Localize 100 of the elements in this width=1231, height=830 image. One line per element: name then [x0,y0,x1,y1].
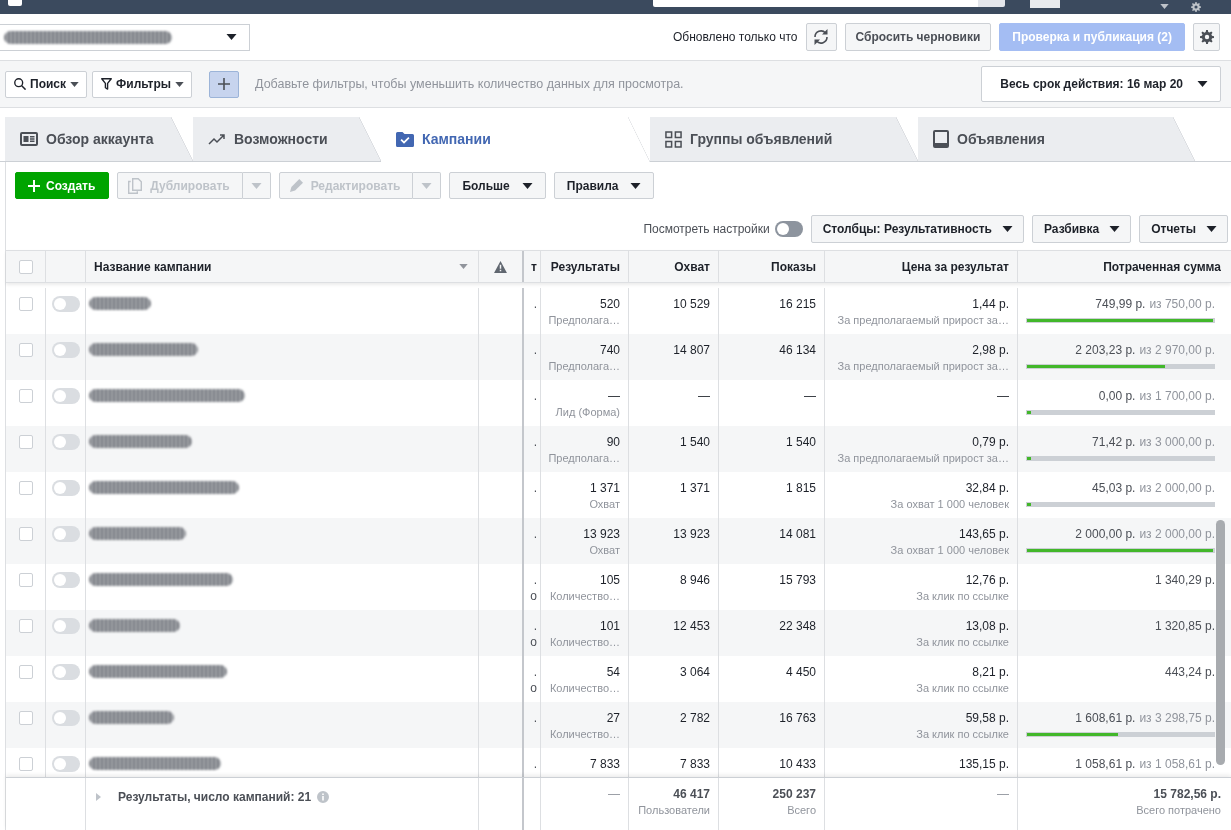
budget-amount: из 1 058,61 р. [1139,756,1215,772]
checkbox[interactable] [18,573,33,587]
spent-amount: 1 058,61 р. [1075,756,1136,772]
toggle-switch[interactable] [51,618,80,634]
cost-type-label: За охват 1 000 человек [890,543,1009,558]
results-value: 54 [606,664,620,680]
account-selector[interactable] [0,23,250,51]
cut-off-text: . [533,434,537,450]
cut-off-text: . [533,618,537,634]
filter-button[interactable]: Фильтры [92,70,193,98]
result-type-label: Предполага… [548,451,620,466]
column-header[interactable]: Показы [771,259,816,274]
checkbox[interactable] [18,757,33,771]
toggle-switch[interactable] [51,526,80,542]
toggle-switch[interactable] [51,434,80,450]
date-range-button[interactable]: Весь срок действия: 16 мар 20 [981,66,1221,102]
budget-amount: из 750,00 р. [1149,296,1215,312]
cost-value: — [997,388,1009,404]
checkbox[interactable] [18,481,33,495]
results-value: 27 [606,710,620,726]
toggle-switch[interactable] [51,572,80,588]
blurred-text [89,297,151,310]
cost-value: 8,21 р. [972,664,1009,680]
toggle-switch[interactable] [51,296,80,312]
search-field[interactable] [653,0,1005,7]
budget-amount: из 3 298,75 р. [1139,710,1215,726]
logo-icon[interactable] [8,0,22,6]
column-header[interactable]: Результаты [550,259,620,274]
caret-icon[interactable] [1160,4,1169,9]
reach-value: 3 064 [679,664,710,680]
checkbox[interactable] [18,711,33,725]
impressions-value: 46 134 [779,342,816,358]
reach-value: — [698,388,710,404]
spent-amount: 1 320,85 р. [1154,618,1215,634]
cost-value: 59,58 р. [965,710,1009,726]
menu-button[interactable]: Разбивка [1032,215,1132,243]
menu-button[interactable]: Правила [553,172,655,199]
cut-off-text: . [533,572,537,588]
sort-caret-icon[interactable] [459,264,468,269]
cost-value: 2,98 р. [972,342,1009,358]
checkbox[interactable] [18,665,33,679]
reach-total-label: Пользователи [638,803,710,818]
add-filter-button[interactable] [209,70,240,98]
settings-button[interactable] [1193,23,1220,51]
results-value: 13 923 [583,526,620,542]
gear-icon[interactable] [1191,2,1201,12]
filter-field[interactable]: Добавьте фильтры, чтобы уменьшить количество данных для просмотра. [255,74,974,94]
menu-button[interactable]: Отчеты [1139,215,1228,243]
toggle-switch[interactable] [51,388,80,404]
toggle-switch[interactable] [51,342,80,358]
caret-icon [1197,81,1208,87]
toggle-switch[interactable] [774,221,803,237]
toggle-switch[interactable] [51,710,80,726]
caret-icon [1002,226,1013,232]
menu-button[interactable]: Столбцы: Результативность [810,215,1024,243]
info-icon[interactable] [317,791,330,803]
reach-value: 8 946 [679,572,710,588]
column-header[interactable]: Охват [674,259,710,274]
checkbox[interactable] [18,619,33,633]
result-type-label: Охват [589,497,620,512]
plus-icon [218,78,231,90]
tab[interactable]: Обзор аккаунта [5,117,193,161]
column-header[interactable]: Название кампании [94,259,212,274]
reset-button[interactable]: Сбросить черновики [844,23,992,51]
refresh-icon [812,28,831,46]
cut-off-text: . [533,296,537,312]
column-header[interactable]: Цена за результат [901,259,1009,274]
checkbox[interactable] [18,389,33,403]
results-value: 520 [599,296,620,312]
column-header[interactable]: Потраченная сумма [1103,259,1221,274]
checkbox[interactable] [18,435,33,449]
menu-button[interactable]: Больше [449,172,546,199]
cost-value: 135,15 р. [958,756,1009,772]
tab[interactable]: Объявления [918,117,1195,161]
cost-value: 1,44 р. [972,296,1009,312]
checkbox[interactable] [18,527,33,541]
image-placeholder[interactable] [1030,0,1060,8]
impressions-value: 15 793 [779,572,816,588]
checkbox[interactable] [18,259,33,274]
refresh-button[interactable] [805,23,837,51]
cost-type-label: За клик по ссылке [916,681,1009,696]
budget-amount: из 2 000,00 р. [1139,480,1215,496]
spent-amount: 2 000,00 р. [1075,526,1136,542]
scrollbar-thumb[interactable] [1216,520,1225,765]
toggle-switch[interactable] [51,664,80,680]
cut-off-text: о [530,634,537,650]
column-header[interactable]: т [531,259,537,274]
search-button[interactable]: Поиск [5,70,87,98]
toggle-switch[interactable] [51,756,80,772]
cut-off-text: . [533,526,537,542]
spent-amount: 749,99 р. [1095,296,1146,312]
tab[interactable]: Возможности [193,117,381,161]
cut-off-text: о [530,680,537,696]
checkbox[interactable] [18,343,33,357]
reach-total: 46 417 [673,786,710,802]
checkbox[interactable] [18,297,33,311]
tab[interactable]: Группы объявлений [650,117,918,161]
spent-amount: 2 203,23 р. [1075,342,1136,358]
card-icon [20,132,38,146]
toggle-switch[interactable] [51,480,80,496]
